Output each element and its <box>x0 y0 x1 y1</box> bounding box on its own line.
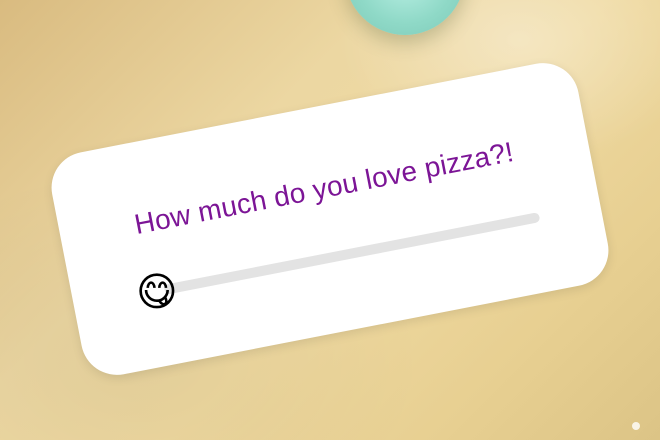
slider-emoji-thumb[interactable]: 😋 <box>135 270 179 314</box>
background-highlight <box>632 422 640 430</box>
slider-question: How much do you love pizza?! <box>131 136 517 241</box>
